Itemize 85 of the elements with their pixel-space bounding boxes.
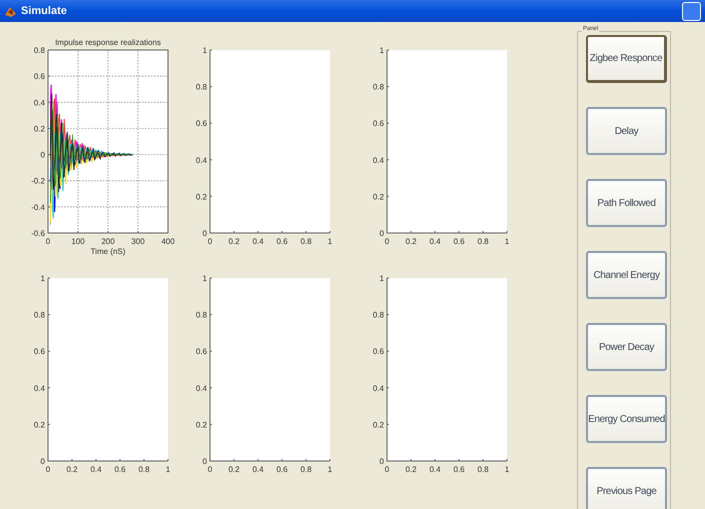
tick-label: 0.2 xyxy=(405,465,417,474)
tick-label: 0 xyxy=(384,237,390,246)
panel-button[interactable]: Channel Energy xyxy=(586,251,667,299)
tick-label: 0.2 xyxy=(372,420,384,430)
tick-label: 1 xyxy=(202,274,207,283)
tick-label: 0.4 xyxy=(34,384,45,393)
tick-label: 0 xyxy=(40,150,45,160)
tick-label: 0 xyxy=(202,229,207,238)
tick-label: 1 xyxy=(380,274,384,283)
tick-label: 0.2 xyxy=(228,465,240,474)
tick-label: 0.6 xyxy=(114,465,126,474)
tick-label: 0.8 xyxy=(300,237,312,246)
panel-button[interactable]: Delay xyxy=(586,107,667,155)
tick-label: 0.4 xyxy=(90,465,102,474)
tick-label: 0.4 xyxy=(252,465,264,474)
tick-label: 0.6 xyxy=(34,347,45,356)
tick-label: 0.6 xyxy=(372,119,384,128)
tick-label: 0.6 xyxy=(453,465,465,474)
tick-label: 0.8 xyxy=(477,465,489,474)
tick-label: 0 xyxy=(202,457,207,466)
tick-label: 300 xyxy=(131,237,145,246)
tick-label: 0.4 xyxy=(196,384,207,393)
tick-label: 1 xyxy=(40,274,45,283)
tick-label: 0.4 xyxy=(429,237,441,246)
tick-label: 0.6 xyxy=(276,465,288,474)
tick-label: 1 xyxy=(328,465,332,474)
tick-label: 0.2 xyxy=(196,420,207,430)
tick-label: 0.6 xyxy=(372,347,384,356)
tick-label: 0.8 xyxy=(34,46,45,55)
tick-label: 0.4 xyxy=(252,237,264,246)
panel-button[interactable]: Path Followed xyxy=(586,179,667,227)
tick-label: 0 xyxy=(208,237,212,246)
window-title: Simulate xyxy=(21,5,67,17)
tick-label: 0.2 xyxy=(228,237,240,246)
tick-label: 1 xyxy=(504,237,510,246)
minimize-button[interactable] xyxy=(682,2,701,20)
tick-label: 0.4 xyxy=(34,98,45,108)
tick-label: 0.4 xyxy=(372,384,384,393)
tick-label: 0.2 xyxy=(34,420,45,430)
tick-label: 0 xyxy=(380,457,384,466)
panel-button[interactable]: Power Decay xyxy=(586,323,667,371)
panel-button[interactable]: Energy Consumed xyxy=(586,395,667,443)
tick-label: 100 xyxy=(71,237,85,246)
tick-label: 0.6 xyxy=(453,237,465,246)
app-icon xyxy=(4,4,17,18)
tick-label: 0.2 xyxy=(66,465,78,474)
tick-label: -0.6 xyxy=(31,229,45,238)
tick-label: 200 xyxy=(101,237,115,246)
tick-label: 0 xyxy=(208,465,212,474)
panel-button[interactable]: Previous Page xyxy=(586,467,667,509)
tick-label: 1 xyxy=(380,46,384,55)
tick-label: 0 xyxy=(46,237,50,246)
tick-label: 0.8 xyxy=(138,465,150,474)
chart-title: Impulse response realizations xyxy=(55,38,161,47)
tick-label: 0.2 xyxy=(196,192,207,202)
tick-label: -0.2 xyxy=(31,176,45,186)
axis-label: Time (nS) xyxy=(90,247,126,256)
tick-label: 0.6 xyxy=(196,119,207,128)
tick-label: 1 xyxy=(202,46,207,55)
tick-label: 0.6 xyxy=(196,347,207,356)
tick-label: 0.2 xyxy=(34,124,45,134)
tick-label: 0.8 xyxy=(196,310,207,320)
tick-label: 400 xyxy=(161,237,175,246)
tick-label: 0 xyxy=(380,229,384,238)
tick-label: 0.8 xyxy=(300,465,312,474)
tick-label: 0.8 xyxy=(372,82,384,92)
tick-label: 0.6 xyxy=(34,72,45,82)
tick-label: 0.4 xyxy=(196,156,207,165)
tick-label: 0.2 xyxy=(405,237,417,246)
tick-label: 0 xyxy=(40,457,45,466)
tick-label: 1 xyxy=(504,465,510,474)
tick-label: 0.2 xyxy=(372,192,384,202)
tick-label: 0.8 xyxy=(196,82,207,92)
tick-label: 0.6 xyxy=(276,237,288,246)
tick-label: 1 xyxy=(166,465,170,474)
tick-label: 0.8 xyxy=(477,237,489,246)
tick-label: 0 xyxy=(384,465,390,474)
tick-label: 0.4 xyxy=(372,156,384,165)
tick-label: 0.8 xyxy=(372,310,384,320)
panel-button[interactable]: Zigbee Responce xyxy=(586,35,667,83)
tick-label: 1 xyxy=(328,237,332,246)
tick-label: -0.4 xyxy=(31,202,45,212)
tick-label: 0 xyxy=(46,465,50,474)
tick-label: 0.8 xyxy=(34,310,45,320)
tick-label: 0.4 xyxy=(429,465,441,474)
